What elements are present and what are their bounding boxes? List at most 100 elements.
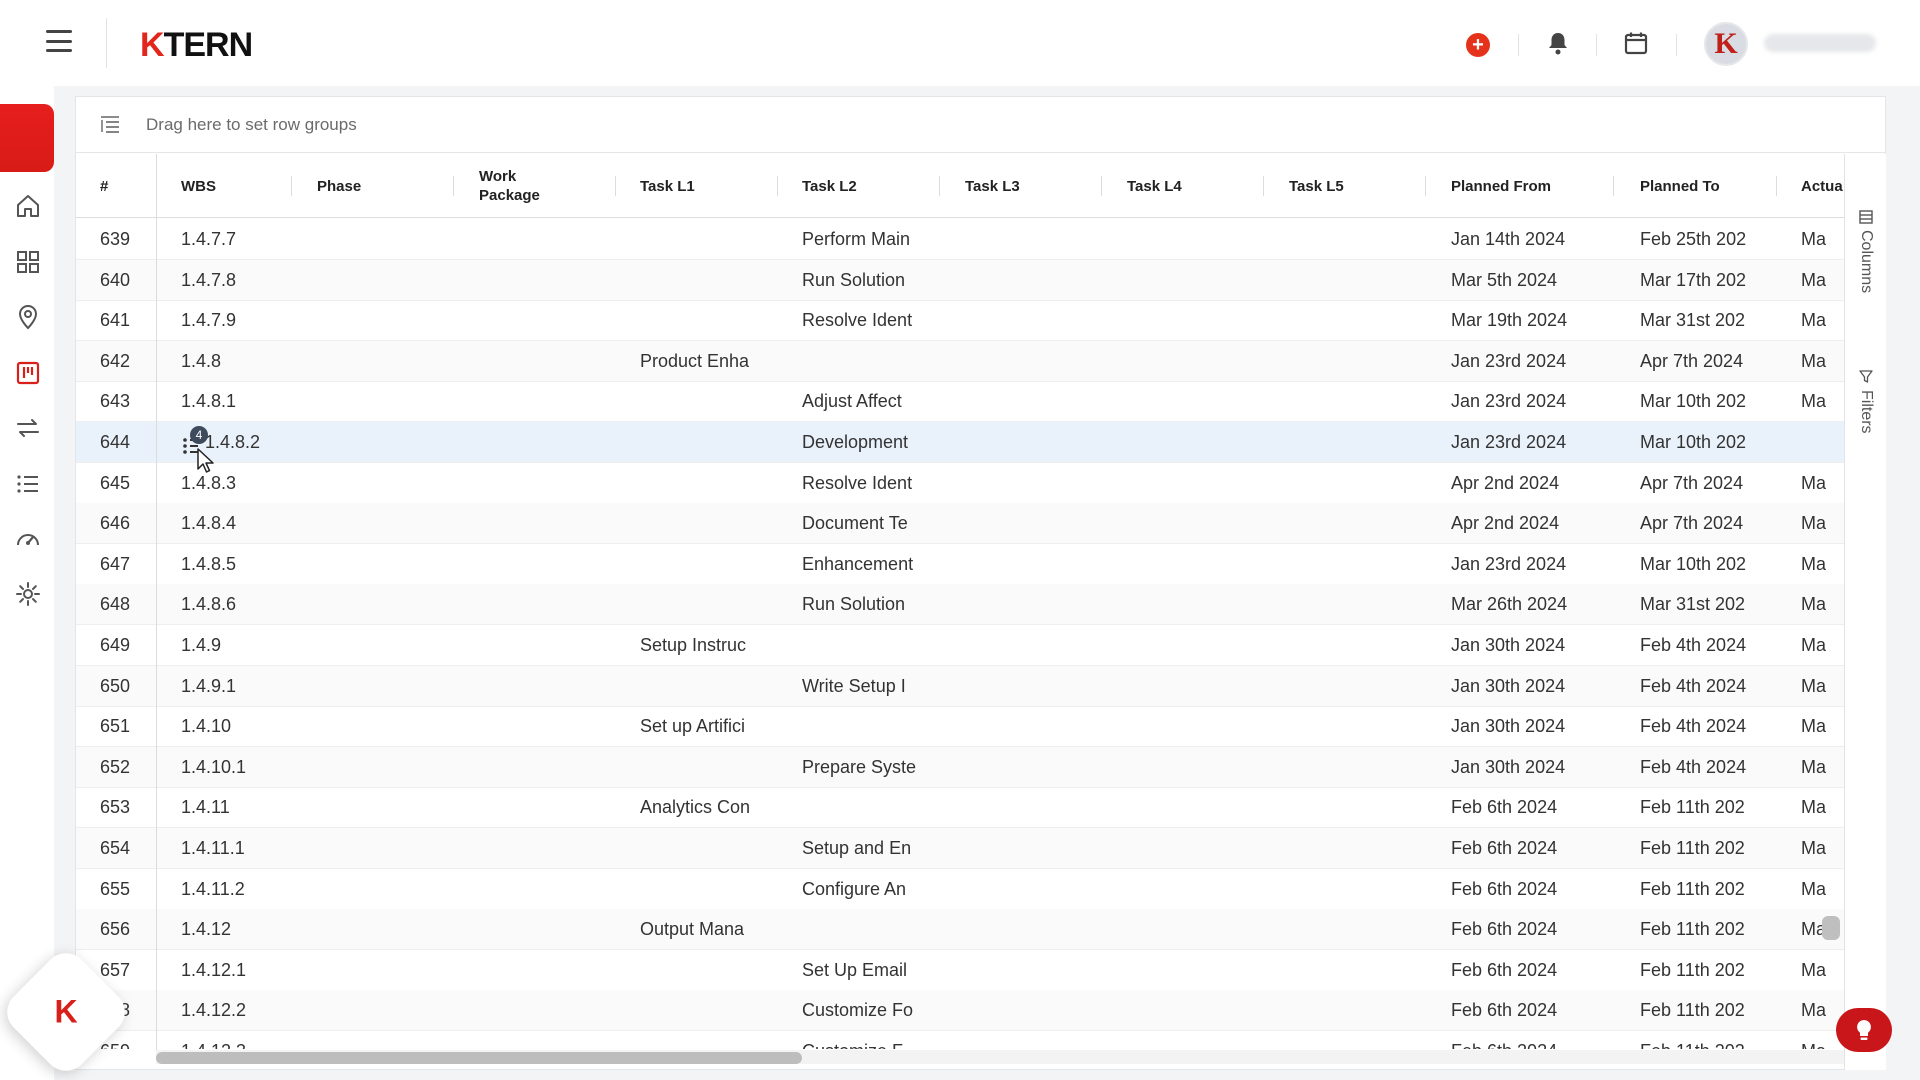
cell-actual[interactable]: Ma	[1801, 584, 1844, 624]
bell-icon[interactable]	[1545, 30, 1571, 56]
column-header-work-package[interactable]: Work Package	[479, 154, 569, 218]
list-icon[interactable]	[14, 470, 42, 498]
column-header-task-l3[interactable]: Task L3	[965, 154, 1020, 218]
cell-actual[interactable]: Ma	[1801, 544, 1844, 584]
cell-planned-to[interactable]: Feb 4th 2024	[1640, 706, 1746, 746]
table-row[interactable]: 644 1.4.8.2 Development Jan 23rd 2024 Mar 10…	[76, 422, 1844, 463]
cell-task-l2[interactable]: Resolve Ident	[802, 300, 952, 340]
table-row[interactable]: 653 1.4.11 Analytics Con Feb 6th 2024 Feb 11…	[76, 787, 1844, 829]
cell-wbs[interactable]: 1.4.8.4	[181, 503, 236, 543]
cell-task-l1[interactable]	[640, 666, 790, 706]
cell-task-l1[interactable]	[640, 747, 790, 787]
cell-number[interactable]: 640	[100, 260, 130, 300]
cell-number[interactable]: 647	[100, 544, 130, 584]
column-header-planned-from[interactable]: Planned From	[1451, 154, 1551, 218]
cell-wbs[interactable]: 1.4.10	[181, 706, 231, 746]
cell-planned-to[interactable]: Mar 17th 202	[1640, 260, 1746, 300]
cell-planned-from[interactable]: Jan 23rd 2024	[1451, 341, 1566, 381]
transfer-arrows-icon[interactable]	[14, 414, 42, 442]
column-header-phase[interactable]: Phase	[317, 154, 361, 218]
row-group-drop-zone[interactable]: Drag here to set row groups	[76, 97, 1885, 153]
cell-number[interactable]: 649	[100, 625, 130, 665]
cell-wbs[interactable]: 1.4.9	[181, 625, 221, 665]
column-header-wbs[interactable]: WBS	[181, 154, 216, 218]
cell-wbs[interactable]: 1.4.11	[181, 787, 230, 827]
cell-planned-from[interactable]: Jan 30th 2024	[1451, 706, 1565, 746]
cell-planned-to[interactable]: Feb 11th 202	[1640, 828, 1745, 868]
cell-task-l1[interactable]	[640, 544, 790, 584]
cell-task-l1[interactable]	[640, 828, 790, 868]
cell-planned-to[interactable]: Feb 11th 202	[1640, 950, 1745, 990]
table-row[interactable]: 655 1.4.11.2 Configure An Feb 6th 2024 Feb 1…	[76, 869, 1844, 910]
cell-actual[interactable]: Ma	[1801, 463, 1844, 503]
cell-number[interactable]: 641	[100, 300, 130, 340]
ktern-logo[interactable]: KTERN	[140, 26, 253, 65]
cell-task-l1[interactable]	[640, 990, 790, 1030]
cell-task-l2[interactable]: Set Up Email	[802, 950, 952, 990]
cell-wbs[interactable]: 1.4.9.1	[181, 666, 236, 706]
cell-actual[interactable]: Ma	[1801, 747, 1844, 787]
cell-wbs[interactable]: 1.4.8.5	[181, 544, 236, 584]
speedometer-icon[interactable]	[14, 525, 42, 553]
cell-planned-to[interactable]: Feb 11th 202	[1640, 990, 1745, 1030]
column-separator[interactable]	[1101, 176, 1102, 196]
cell-wbs[interactable]: 1.4.12.2	[181, 990, 246, 1030]
column-header-planned-to[interactable]: Planned To	[1640, 154, 1720, 218]
cell-planned-to[interactable]: Feb 25th 202	[1640, 219, 1746, 259]
cell-number[interactable]: 651	[100, 706, 130, 746]
cell-planned-to[interactable]: Feb 4th 2024	[1640, 666, 1746, 706]
cell-number[interactable]: 650	[100, 666, 130, 706]
cell-wbs[interactable]: 1.4.12.3	[181, 1031, 246, 1049]
column-separator[interactable]	[1263, 176, 1264, 196]
cell-number[interactable]: 654	[100, 828, 130, 868]
cell-task-l2[interactable]	[802, 625, 952, 665]
cell-task-l2[interactable]: Prepare Syste	[802, 747, 952, 787]
cell-task-l2[interactable]	[802, 787, 952, 827]
cell-planned-from[interactable]: Jan 23rd 2024	[1451, 381, 1566, 421]
cell-planned-to[interactable]: Apr 7th 2024	[1640, 341, 1743, 381]
cell-planned-from[interactable]: Mar 5th 2024	[1451, 260, 1557, 300]
column-separator[interactable]	[615, 176, 616, 196]
cell-actual[interactable]: Ma	[1801, 341, 1844, 381]
cell-planned-to[interactable]: Mar 31st 202	[1640, 300, 1745, 340]
cell-task-l1[interactable]	[640, 260, 790, 300]
table-row[interactable]: 646 1.4.8.4 Document Te Apr 2nd 2024 Apr 7th…	[76, 503, 1844, 545]
cell-wbs[interactable]: 1.4.11.1	[181, 828, 245, 868]
cell-planned-to[interactable]: Mar 10th 202	[1640, 381, 1746, 421]
column-separator[interactable]	[1776, 176, 1777, 196]
column-separator[interactable]	[291, 176, 292, 196]
table-row[interactable]: 639 1.4.7.7 Perform Main Jan 14th 2024 Feb 2…	[76, 219, 1844, 260]
cell-task-l2[interactable]: Configure An	[802, 869, 952, 909]
cell-planned-from[interactable]: Feb 6th 2024	[1451, 1031, 1557, 1049]
column-header-number[interactable]: #	[100, 154, 108, 218]
cell-planned-to[interactable]: Feb 4th 2024	[1640, 747, 1746, 787]
cell-task-l1[interactable]	[640, 1031, 790, 1049]
cell-task-l1[interactable]	[640, 381, 790, 421]
column-header-task-l4[interactable]: Task L4	[1127, 154, 1182, 218]
cell-planned-from[interactable]: Apr 2nd 2024	[1451, 463, 1559, 503]
table-row[interactable]: 654 1.4.11.1 Setup and En Feb 6th 2024 Feb 1…	[76, 828, 1844, 869]
table-row[interactable]: 647 1.4.8.5 Enhancement Jan 23rd 2024 Mar 10…	[76, 544, 1844, 585]
cell-planned-to[interactable]: Apr 7th 2024	[1640, 503, 1743, 543]
cell-planned-from[interactable]: Feb 6th 2024	[1451, 787, 1557, 827]
table-row[interactable]: 656 1.4.12 Output Mana Feb 6th 2024 Feb 11th…	[76, 909, 1844, 951]
cell-task-l1[interactable]: Analytics Con	[640, 787, 790, 827]
column-header-task-l5[interactable]: Task L5	[1289, 154, 1344, 218]
cell-task-l2[interactable]: Resolve Ident	[802, 463, 952, 503]
table-row[interactable]: 649 1.4.9 Setup Instruc Jan 30th 2024 Feb 4t…	[76, 625, 1844, 666]
cell-task-l1[interactable]	[640, 950, 790, 990]
cell-task-l1[interactable]	[640, 300, 790, 340]
cell-task-l2[interactable]: Write Setup I	[802, 666, 952, 706]
cell-number[interactable]: 644	[100, 422, 130, 462]
cell-planned-to[interactable]: Feb 11th 202	[1640, 869, 1745, 909]
cell-task-l2[interactable]: Adjust Affect	[802, 381, 952, 421]
cell-task-l1[interactable]: Product Enha	[640, 341, 790, 381]
cell-wbs[interactable]: 1.4.11.2	[181, 869, 245, 909]
cell-actual[interactable]: Ma	[1801, 625, 1844, 665]
cell-planned-to[interactable]: Feb 11th 202	[1640, 1031, 1745, 1049]
menu-hamburger-icon[interactable]	[46, 30, 72, 52]
cell-wbs[interactable]: 1.4.8.1	[181, 381, 236, 421]
cell-task-l2[interactable]: Enhancement	[802, 544, 952, 584]
column-separator[interactable]	[1425, 176, 1426, 196]
cell-number[interactable]: 642	[100, 341, 130, 381]
